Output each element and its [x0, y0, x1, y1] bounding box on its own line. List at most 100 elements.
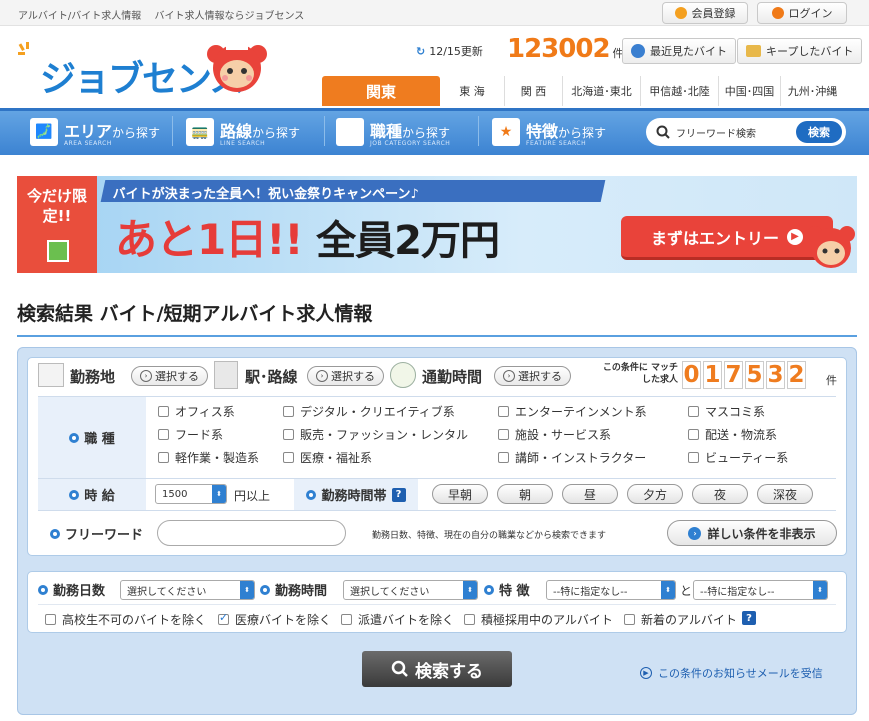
- submit-search-button[interactable]: 検索する: [362, 651, 512, 687]
- search-icon: [391, 660, 408, 677]
- nav-area-search[interactable]: 🗾 エリアから探す AREA SEARCH: [30, 114, 160, 150]
- notify-label: この条件のお知らせメールを受信: [658, 667, 823, 680]
- area-select-button[interactable]: › 選択する: [131, 366, 208, 386]
- job-option-label: オフィス系: [175, 405, 235, 419]
- wage-text: 時 給: [84, 489, 115, 504]
- timeband-night[interactable]: 夜: [692, 484, 748, 504]
- job-checkbox[interactable]: 施設・サービス系: [498, 426, 611, 443]
- region-tab-hokkaido-tohoku[interactable]: 北海道･東北: [562, 76, 640, 106]
- match-unit: 件: [826, 374, 837, 387]
- timeband-late-night[interactable]: 深夜: [757, 484, 813, 504]
- job-checkbox[interactable]: オフィス系: [158, 403, 235, 420]
- nav-job-sub: JOB CATEGORY SEARCH: [370, 139, 451, 147]
- job-option-label: 販売・ファッション・レンタル: [300, 428, 469, 442]
- job-checkbox[interactable]: エンターテインメント系: [498, 403, 647, 420]
- map-icon: 🗾: [30, 118, 58, 146]
- nav-feature-main: 特徴: [526, 121, 559, 141]
- search-input[interactable]: フリーワード検索: [676, 125, 790, 140]
- total-count-value: 123002: [507, 34, 611, 64]
- chevron-right-icon: ›: [503, 370, 515, 382]
- notify-link[interactable]: ▶ この条件のお知らせメールを受信: [640, 665, 823, 681]
- nav-line-search[interactable]: 🚃 路線から探す LINE SEARCH: [186, 114, 300, 150]
- nav-feature-search[interactable]: ★ 特徴から探す FEATURE SEARCH: [492, 114, 606, 150]
- region-tab-chugoku-shikoku[interactable]: 中国･四国: [718, 76, 780, 106]
- job-checkbox[interactable]: 配送・物流系: [688, 426, 777, 443]
- commute-select-button[interactable]: › 選択する: [494, 366, 571, 386]
- job-checkbox[interactable]: マスコミ系: [688, 403, 765, 420]
- chevron-right-icon: ›: [140, 370, 152, 382]
- entry-button[interactable]: まずはエントリー ▶: [621, 216, 833, 260]
- recent-jobs-button[interactable]: 最近見たバイト: [622, 38, 736, 64]
- timeband-noon[interactable]: 昼: [562, 484, 618, 504]
- train-icon: 🚃: [186, 118, 214, 146]
- star-icon: ★: [492, 118, 520, 146]
- job-checkbox[interactable]: 販売・ファッション・レンタル: [283, 426, 468, 443]
- checkbox-icon: [688, 429, 699, 440]
- region-tab-kansai[interactable]: 関 西: [504, 76, 562, 106]
- exclude-option-label: 医療バイトを除く: [235, 613, 332, 627]
- new-jobs-checkbox[interactable]: 新着のアルバイト: [624, 611, 737, 628]
- site-tagline: アルバイト/バイト求人情報 バイト求人情報ならジョブセンス: [18, 11, 305, 22]
- wage-select[interactable]: 1500 ⬍: [155, 484, 227, 504]
- radio-dot-icon: [484, 584, 494, 595]
- checkbox-icon: [283, 452, 294, 463]
- region-tab-tokai[interactable]: 東 海: [440, 76, 504, 106]
- freeword-input[interactable]: [157, 520, 346, 546]
- job-checkbox[interactable]: フード系: [158, 426, 223, 443]
- timeband-evening[interactable]: 夕方: [627, 484, 683, 504]
- job-checkbox[interactable]: ビューティー系: [688, 449, 788, 466]
- timeband-text: 勤務時間帯: [321, 489, 387, 504]
- timeband-morning[interactable]: 朝: [497, 484, 553, 504]
- checkbox-icon: [498, 429, 509, 440]
- hours-select[interactable]: 選択してください ⬍: [343, 580, 478, 600]
- magnifier-icon: [631, 44, 645, 58]
- chevron-right-icon: ›: [688, 526, 702, 540]
- login-button[interactable]: ログイン: [757, 2, 847, 24]
- campaign-main: あと1日!! 全員2万円: [115, 206, 500, 267]
- exclude-dispatch-checkbox[interactable]: 派遣バイトを除く: [341, 611, 454, 628]
- region-tab-koshinetsu-hokuriku[interactable]: 甲信越･北陸: [640, 76, 718, 106]
- match-digit: 5: [745, 361, 764, 389]
- job-checkbox[interactable]: 講師・インストラクター: [498, 449, 646, 466]
- help-icon[interactable]: ?: [391, 487, 406, 502]
- nav-divider: [172, 116, 173, 146]
- folder-icon: [746, 45, 761, 57]
- user-icon: [674, 7, 687, 19]
- search-button[interactable]: 検索: [796, 121, 842, 143]
- feature-select-1[interactable]: --特に指定なし-- ⬍: [546, 580, 676, 600]
- refresh-icon: ↻: [416, 44, 426, 58]
- exclude-medical-checkbox[interactable]: 医療バイトを除く: [218, 611, 331, 628]
- job-checkbox[interactable]: 医療・福祉系: [283, 449, 372, 466]
- nav-job-suffix: から探す: [402, 125, 451, 140]
- days-select[interactable]: 選択してください ⬍: [120, 580, 255, 600]
- region-tab-kanto[interactable]: 関東: [322, 76, 440, 106]
- total-count: 123002 件: [507, 34, 624, 64]
- feature-and: と: [680, 584, 693, 598]
- kept-jobs-button[interactable]: キープしたバイト: [737, 38, 863, 64]
- exclude-highschool-checkbox[interactable]: 高校生不可のバイトを除く: [45, 611, 206, 628]
- line-select-button[interactable]: › 選択する: [307, 366, 384, 386]
- updown-icon: ⬍: [661, 581, 675, 599]
- help-icon[interactable]: ?: [742, 611, 756, 625]
- nav-job-search[interactable]: ✏ 職種から探す JOB CATEGORY SEARCH: [336, 114, 450, 150]
- match-digit: 2: [787, 361, 806, 389]
- job-checkbox[interactable]: デジタル・クリエイティブ系: [283, 403, 455, 420]
- active-hiring-checkbox[interactable]: 積極採用中のアルバイト: [464, 611, 613, 628]
- hide-details-button[interactable]: › 詳しい条件を非表示: [667, 520, 837, 546]
- job-checkbox[interactable]: 軽作業・製造系: [158, 449, 259, 466]
- checkbox-icon: [158, 429, 169, 440]
- limited-badge: 今だけ限定!!: [17, 176, 97, 273]
- campaign-headline-text: バイトが決まった全員へ！祝い金祭りキャンペーン♪: [112, 187, 419, 202]
- area-label: 勤務地: [70, 368, 116, 386]
- radio-dot-icon: [69, 432, 80, 443]
- timeband-early-morning[interactable]: 早朝: [432, 484, 488, 504]
- site-logo[interactable]: ジョブセンス: [18, 42, 278, 100]
- register-button[interactable]: 会員登録: [662, 2, 748, 24]
- checkbox-icon: [158, 452, 169, 463]
- campaign-banner[interactable]: 今だけ限定!! バイトが決まった全員へ！祝い金祭りキャンペーン♪ あと1日!! …: [17, 176, 857, 273]
- match-digit: 0: [682, 361, 701, 389]
- feature-select-2[interactable]: --特に指定なし-- ⬍: [693, 580, 828, 600]
- submit-search-label: 検索する: [415, 661, 483, 682]
- region-tab-kyushu-okinawa[interactable]: 九州･沖縄: [780, 76, 844, 106]
- radio-dot-icon: [306, 489, 317, 500]
